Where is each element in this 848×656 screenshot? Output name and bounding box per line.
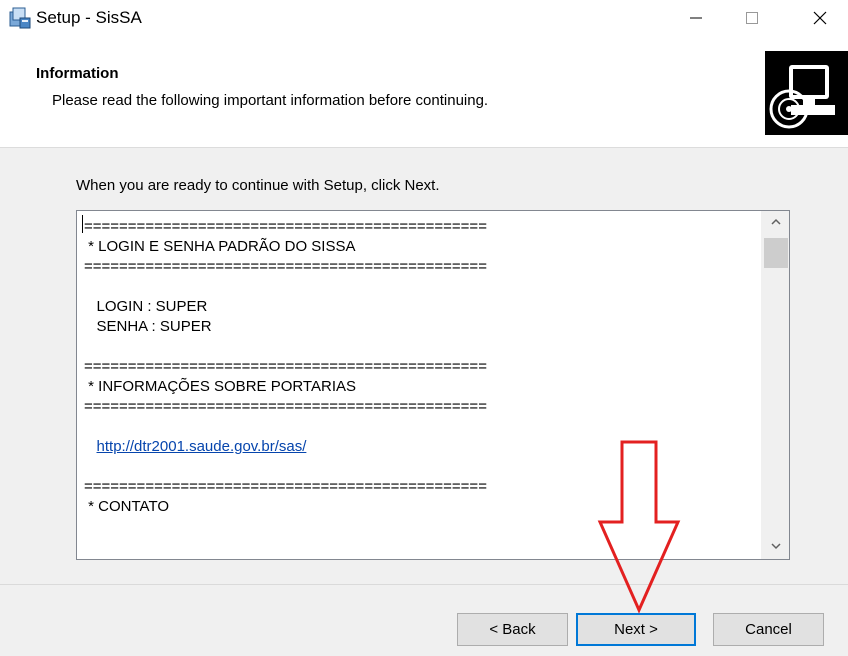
scroll-thumb[interactable] xyxy=(764,238,788,268)
memo-line: * LOGIN E SENHA PADRÃO DO SISSA xyxy=(84,238,356,255)
cancel-button[interactable]: Cancel xyxy=(713,613,824,646)
memo-separator-line: ========================================… xyxy=(84,218,487,235)
chevron-down-icon xyxy=(771,543,781,550)
red-down-arrow xyxy=(597,440,681,614)
portarias-link[interactable]: http://dtr2001.saude.gov.br/sas/ xyxy=(97,438,307,455)
info-memo[interactable]: ========================================… xyxy=(76,210,790,560)
page-subtitle: Please read the following important info… xyxy=(52,92,489,109)
memo-line xyxy=(84,337,754,357)
setup-installer-icon xyxy=(8,6,32,30)
next-button[interactable]: Next > xyxy=(576,613,696,646)
maximize-button[interactable] xyxy=(724,0,780,36)
maximize-icon xyxy=(746,12,758,24)
memo-line xyxy=(84,277,754,297)
bottom-divider xyxy=(0,584,848,585)
minimize-icon xyxy=(690,17,702,19)
memo-line: LOGIN : SUPER xyxy=(84,298,208,315)
memo-separator-line: ========================================… xyxy=(84,258,487,275)
memo-line: * INFORMAÇÕES SOBRE PORTARIAS xyxy=(84,378,356,395)
memo-separator-line: ========================================… xyxy=(84,398,487,415)
minimize-button[interactable] xyxy=(668,0,724,36)
text-cursor xyxy=(82,215,83,233)
close-icon xyxy=(813,11,827,25)
scroll-up-button[interactable] xyxy=(762,211,789,233)
wizard-header: Information Please read the following im… xyxy=(0,36,848,146)
memo-separator-line: ========================================… xyxy=(84,358,487,375)
memo-line xyxy=(84,417,754,437)
wizard-body: When you are ready to continue with Setu… xyxy=(0,147,848,656)
close-button[interactable] xyxy=(792,0,848,36)
vertical-scrollbar[interactable] xyxy=(761,211,789,559)
back-button[interactable]: < Back xyxy=(457,613,568,646)
title-bar: Setup - SisSA xyxy=(0,0,848,36)
chevron-up-icon xyxy=(771,218,781,225)
scroll-down-button[interactable] xyxy=(762,535,789,557)
computer-disk-icon xyxy=(765,51,848,135)
instruction-text: When you are ready to continue with Setu… xyxy=(76,177,440,194)
page-title: Information xyxy=(36,65,119,82)
memo-line: SENHA : SUPER xyxy=(84,318,212,335)
window-title: Setup - SisSA xyxy=(36,8,142,27)
